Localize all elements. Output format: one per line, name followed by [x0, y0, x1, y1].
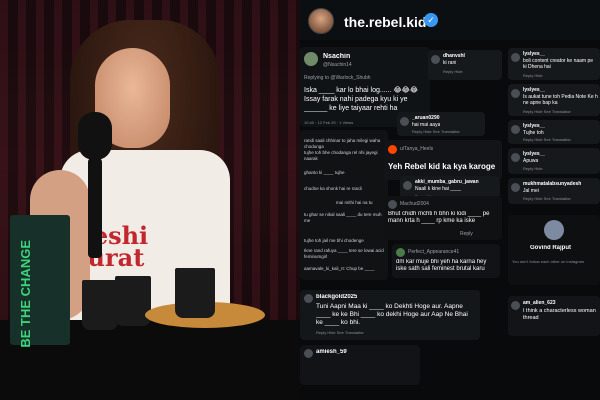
reddit-text: Yeh Rebel kid ka kya karoge	[388, 162, 496, 171]
comment-text: Tuni Aapni Maa ki ____ ko Dekhti Hoge au…	[316, 303, 468, 326]
comment-text: Is aukat tune toh Pedia Note Ke h ne apn…	[523, 94, 598, 106]
comment-user[interactable]: akki_mumba_gabru_jawan	[415, 179, 479, 185]
reddit-user[interactable]: Perfect_Appearance41	[408, 249, 459, 255]
reddit-text: dm kar muje bhi yeh ha karna hey iske sa…	[396, 259, 487, 272]
reddit-user[interactable]: Machud2004	[400, 201, 429, 207]
reddit-comment: Machud2004 Bhut chidh mchti h bhn ki lod…	[384, 196, 502, 240]
comment-text: Apuwa	[523, 158, 539, 164]
profile-card: Govind Rajput You don't follow each othe…	[508, 215, 600, 285]
comment-user[interactable]: _aruan0290	[412, 115, 440, 121]
chat-line: aamavale_ki_kali_rt: Chup be ____	[304, 266, 375, 271]
cup	[115, 276, 151, 326]
chat-screenshot: randi saali chhinar to jaha milegi waha …	[300, 130, 388, 280]
comment-card: dhanvshl ki rani Reply Hide	[428, 50, 502, 80]
tweet-avatar[interactable]	[304, 52, 318, 66]
comment-text: Tujhe toh	[523, 130, 544, 136]
tweet-replying-to: Replying to @Warlock_Shubh	[304, 75, 371, 81]
commenter-avatar[interactable]	[511, 301, 520, 310]
tweet-meta: 10:40 · 12 Feb 25 · 1 Views	[304, 120, 354, 125]
comment-text: Jal mei	[523, 188, 539, 194]
chat-line: tujhe toh bhe chodanga rel nhi jayegi na…	[304, 150, 378, 161]
comment-actions[interactable]: Reply Hide See Translation	[523, 137, 571, 142]
profile-card-avatar[interactable]	[544, 220, 564, 240]
profile-handle[interactable]: the.rebel.kid	[344, 14, 426, 30]
commenter-avatar[interactable]	[403, 181, 412, 190]
podcast-photo: Deshi aurat BE THE CHANGE	[0, 0, 300, 400]
comment-text: I think a characterless woman thread	[523, 308, 596, 321]
reddit-avatar[interactable]	[388, 200, 397, 209]
comment-card: am_alien_623 I think a characterless wom…	[508, 296, 600, 336]
reddit-comment: u/Tanya_Heels Yeh Rebel kid ka kya karog…	[384, 140, 502, 180]
commenter-avatar[interactable]	[511, 153, 520, 162]
profile-card-note: You don't follow each other on Instagram	[512, 259, 585, 264]
chat-line: tu ghar se nikal saali ____ du tere muh …	[304, 212, 382, 223]
profile-card-name[interactable]: Govind Rajput	[530, 245, 571, 251]
tweet-name[interactable]: Nsachin	[323, 53, 350, 60]
chat-line: Ikne rand rafuya ____ tere se lowai acid…	[304, 248, 384, 259]
commenter-avatar[interactable]	[511, 89, 520, 98]
comment-card: lyslyes__ Is aukat tune toh Pedia Note K…	[508, 84, 600, 116]
comment-user[interactable]: mukhmatalabsunyadesh	[523, 181, 581, 187]
comment-card: lyslyes__ boli content creator ke naam p…	[508, 48, 600, 80]
comment-card: amiesh_59	[300, 345, 420, 385]
commenter-avatar[interactable]	[431, 55, 440, 64]
comment-text: ki rani	[443, 60, 457, 66]
chat-line: tujhe toh jail me bhi chodenge	[304, 238, 364, 243]
chat-line: randi saali chhinar to jaha milegi waha …	[304, 138, 381, 149]
comment-card: lyslyes__ Tujhe toh Reply Hide See Trans…	[508, 120, 600, 144]
comment-text: hai mai aaya	[412, 122, 441, 128]
comment-actions[interactable]: Reply Hide	[523, 166, 543, 171]
commenter-avatar[interactable]	[511, 125, 520, 134]
comment-user[interactable]: lyslyes__	[523, 87, 545, 93]
tweet-body: Iska ____ kar lo bhai log...... 😂😂😂 Issa…	[304, 87, 419, 112]
comment-user[interactable]: dhanvshl	[443, 53, 465, 59]
cup	[82, 280, 118, 330]
comment-user[interactable]: lyslyes__	[523, 151, 545, 157]
microphone-handle	[88, 158, 102, 258]
comment-user[interactable]: lyslyes__	[523, 123, 545, 129]
comment-actions[interactable]: Reply Hide See Translation	[412, 129, 460, 134]
comment-text: boli content creator ke naam pe ki Dhena…	[523, 58, 594, 70]
comment-user[interactable]: blackgold2025	[316, 294, 357, 300]
profile-avatar[interactable]	[308, 8, 334, 34]
comment-card: lyslyes__ Apuwa Reply Hide	[508, 148, 600, 174]
microphone-icon	[78, 112, 112, 160]
comment-user[interactable]: amiesh_59	[316, 349, 347, 355]
tweet-username[interactable]: @Nsachin14	[323, 62, 352, 68]
commenter-avatar[interactable]	[511, 183, 520, 192]
reddit-text: Bhut chidh mchti h bhn ki lodi ____ pe m…	[388, 211, 490, 224]
reddit-avatar[interactable]	[396, 248, 405, 257]
comment-user[interactable]: lyslyes__	[523, 51, 545, 57]
comment-actions[interactable]: Reply Hide	[523, 73, 543, 78]
comment-text: Naali k kine hai ____	[415, 186, 462, 192]
chat-line: chudne ka shonk hai re randi	[304, 186, 362, 191]
chat-line: mai mithi hai na tu	[336, 200, 373, 205]
chat-line: ghanto ki ____ tujhe	[304, 170, 345, 175]
reddit-comment: Perfect_Appearance41 dm kar muje bhi yeh…	[392, 244, 500, 278]
cup	[175, 268, 215, 318]
comment-actions[interactable]: Reply Hide	[443, 69, 463, 74]
comment-card: blackgold2025 Tuni Aapni Maa ki ____ ko …	[300, 290, 480, 340]
comment-user[interactable]: am_alien_623	[523, 300, 556, 306]
product-box-label: BE THE CHANGE	[18, 240, 33, 348]
comment-actions[interactable]: Reply Hide See Translation	[523, 109, 571, 114]
reddit-avatar[interactable]	[388, 145, 397, 154]
comment-actions[interactable]: Reply Hide See Translation	[316, 330, 364, 335]
commenter-avatar[interactable]	[511, 53, 520, 62]
comment-card: mukhmatalabsunyadesh Jal mei Reply Hide …	[508, 178, 600, 204]
commenter-avatar[interactable]	[304, 349, 313, 358]
comment-actions[interactable]: Reply Hide See Translation	[523, 196, 571, 201]
reddit-user[interactable]: u/Tanya_Heels	[400, 146, 433, 152]
verified-badge-icon: ✓	[424, 13, 438, 27]
commenter-avatar[interactable]	[304, 294, 313, 303]
reply-button[interactable]: Reply	[460, 231, 473, 237]
commenter-avatar[interactable]	[400, 117, 409, 126]
comment-card: _aruan0290 hai mai aaya Reply Hide See T…	[397, 112, 485, 136]
